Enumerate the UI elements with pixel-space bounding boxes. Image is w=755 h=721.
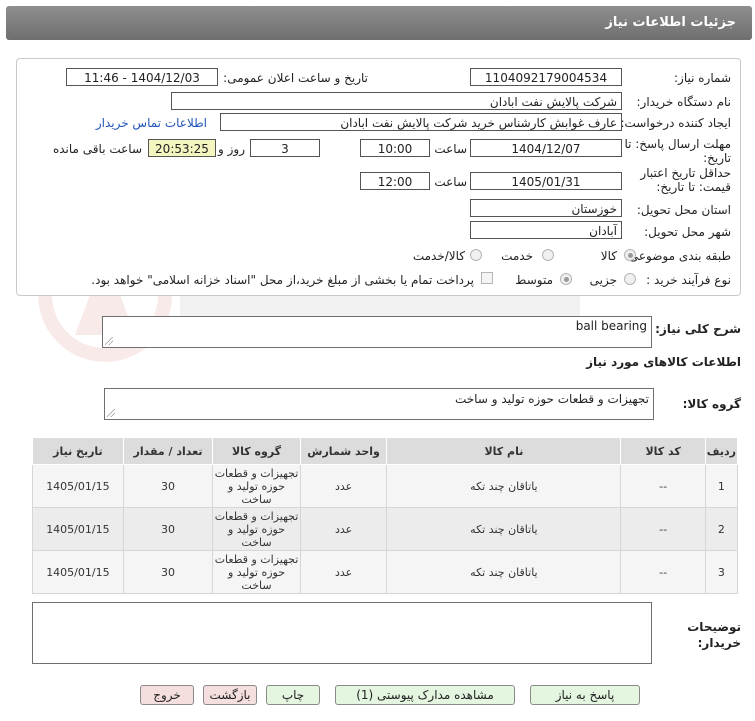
cell-need-date: 1405/01/15 [32, 550, 124, 594]
table-row: 2 -- یاتاقان چند تکه عدد تجهیزات و قطعات… [32, 507, 739, 551]
announce-datetime-field: 1404/12/03 - 11:46 [66, 68, 218, 86]
goods-info-title: اطلاعات کالاهای مورد نیاز [586, 355, 741, 369]
buyer-org-field: شرکت پالایش نفت ابادان [171, 92, 622, 110]
cell-quantity: 30 [122, 507, 214, 551]
col-header-need-date: تاریخ نیاز [32, 437, 124, 465]
category-label: طبقه بندی موضوعی: [624, 249, 731, 263]
page-title: جزئیات اطلاعات نیاز [605, 15, 736, 30]
col-header-quantity: تعداد / مقدار [122, 437, 214, 465]
col-header-item-name: نام کالا [386, 437, 622, 465]
category-option-goods: کالا [600, 249, 617, 263]
print-button[interactable]: چاپ [266, 685, 320, 705]
cell-row-number: 1 [704, 464, 739, 508]
validity-label-line2: قیمت: تا تاریخ: [656, 180, 731, 194]
need-number-field: 1104092179004534 [470, 68, 622, 86]
requester-field: عارف غوابش کارشناس خرید شرکت پالایش نفت … [220, 113, 622, 131]
resize-grip-icon[interactable] [105, 337, 113, 345]
treasury-checkbox[interactable] [481, 272, 493, 284]
contact-buyer-link[interactable]: اطلاعات تماس خریدار [96, 116, 207, 130]
need-number-label: شماره نیاز: [674, 71, 731, 85]
deadline-time-label: ساعت [434, 142, 467, 156]
col-header-unit: واحد شمارش [299, 437, 388, 465]
cell-goods-group: تجهیزات و قطعات حوزه تولید و ساخت [212, 464, 301, 508]
view-attachments-button[interactable]: مشاهده مدارک پیوستی (1) [335, 685, 515, 705]
deadline-label-line2: تاریخ: [703, 151, 731, 165]
validity-time-field: 12:00 [360, 172, 430, 190]
process-radio-minor[interactable] [624, 273, 636, 285]
buyer-org-label: نام دستگاه خریدار: [636, 95, 732, 109]
process-option-medium: متوسط [515, 273, 553, 287]
table-row: 1 -- یاتاقان چند تکه عدد تجهیزات و قطعات… [32, 464, 739, 508]
deadline-label-line1: مهلت ارسال پاسخ: تا [624, 137, 731, 151]
cell-goods-group: تجهیزات و قطعات حوزه تولید و ساخت [212, 507, 301, 551]
process-option-minor: جزیی [589, 273, 617, 287]
cell-row-number: 2 [704, 507, 739, 551]
buyer-notes-textarea[interactable] [32, 602, 652, 664]
requester-label: ایجاد کننده درخواست: [620, 116, 731, 130]
cell-unit: عدد [299, 507, 388, 551]
remaining-time-label: ساعت باقی مانده [52, 142, 142, 156]
city-label: شهر محل تحویل: [644, 225, 731, 239]
process-label: نوع فرآیند خرید : [646, 273, 731, 287]
table-row: 3 -- یاتاقان چند تکه عدد تجهیزات و قطعات… [32, 550, 739, 594]
page-header: جزئیات اطلاعات نیاز [6, 6, 752, 40]
exit-button[interactable]: خروج [140, 685, 194, 705]
payment-note: پرداخت تمام یا بخشی از مبلغ خرید،از محل … [91, 273, 474, 287]
category-option-service: خدمت [501, 249, 533, 263]
cell-quantity: 30 [122, 550, 214, 594]
back-button[interactable]: بازگشت [203, 685, 257, 705]
days-label: روز و [218, 142, 245, 156]
process-radio-medium[interactable] [560, 273, 572, 285]
col-header-row-number: ردیف [704, 437, 739, 465]
validity-date-field: 1405/01/31 [470, 172, 622, 190]
category-radio-goods-service[interactable] [470, 249, 482, 261]
reply-button[interactable]: پاسخ به نیاز [530, 685, 640, 705]
general-desc-textarea[interactable]: ball bearing [102, 316, 652, 348]
category-radio-service[interactable] [542, 249, 554, 261]
goods-group-textarea[interactable]: تجهیزات و قطعات حوزه تولید و ساخت [104, 388, 654, 420]
city-field: آبادان [470, 221, 622, 239]
cell-item-code: -- [620, 464, 706, 508]
buyer-notes-label-line2: خریدار: [697, 636, 741, 650]
announce-datetime-label: تاریخ و ساعت اعلان عمومی: [223, 71, 368, 85]
buyer-notes-label-line1: توضیحات [687, 620, 741, 634]
validity-label-line1: حداقل تاریخ اعتبار [640, 166, 731, 180]
cell-item-code: -- [620, 550, 706, 594]
category-option-goods-service: کالا/خدمت [412, 249, 465, 263]
province-field: خوزستان [470, 199, 622, 217]
table-header-row: ردیف کد کالا نام کالا واحد شمارش گروه کا… [32, 437, 739, 465]
general-desc-label: شرح کلی نیاز: [655, 322, 741, 336]
goods-group-value: تجهیزات و قطعات حوزه تولید و ساخت [454, 392, 649, 406]
cell-goods-group: تجهیزات و قطعات حوزه تولید و ساخت [212, 550, 301, 594]
cell-unit: عدد [299, 464, 388, 508]
items-table: ردیف کد کالا نام کالا واحد شمارش گروه کا… [32, 437, 739, 594]
col-header-item-code: کد کالا [620, 437, 706, 465]
col-header-goods-group: گروه کالا [212, 437, 301, 465]
cell-unit: عدد [299, 550, 388, 594]
deadline-time-field: 10:00 [360, 139, 430, 157]
days-remaining-field: 3 [250, 139, 320, 157]
goods-group-label: گروه کالا: [682, 397, 741, 411]
cell-item-name: یاتاقان چند تکه [386, 507, 622, 551]
resize-grip-icon[interactable] [107, 409, 115, 417]
cell-quantity: 30 [122, 464, 214, 508]
cell-item-name: یاتاقان چند تکه [386, 550, 622, 594]
cell-row-number: 3 [704, 550, 739, 594]
cell-need-date: 1405/01/15 [32, 507, 124, 551]
province-label: استان محل تحویل: [636, 203, 731, 217]
general-desc-value: ball bearing [575, 319, 647, 333]
cell-item-code: -- [620, 507, 706, 551]
deadline-date-field: 1404/12/07 [470, 139, 622, 157]
remaining-time-field: 20:53:25 [148, 139, 216, 157]
category-radio-goods[interactable] [624, 249, 636, 261]
validity-time-label: ساعت [434, 175, 467, 189]
cell-need-date: 1405/01/15 [32, 464, 124, 508]
cell-item-name: یاتاقان چند تکه [386, 464, 622, 508]
